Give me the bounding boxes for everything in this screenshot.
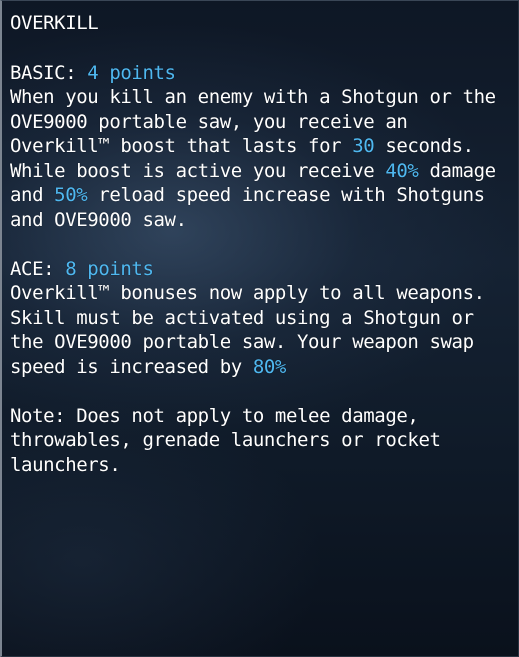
skill-tooltip-panel: OVERKILL BASIC: 4 points When you kill a…: [0, 0, 519, 657]
skill-title: OVERKILL: [10, 12, 99, 34]
boost-duration-value: 30: [352, 135, 375, 157]
basic-label: BASIC:: [10, 61, 77, 84]
ace-label: ACE:: [10, 257, 55, 280]
note-text: Note: Does not apply to melee damage, th…: [10, 404, 441, 476]
basic-heading: BASIC: 4 points: [10, 61, 508, 86]
swap-speed-value: 80%: [252, 355, 287, 378]
ace-cost: 8 points: [65, 257, 154, 280]
note-section: Note: Does not apply to melee damage, th…: [10, 404, 508, 478]
ace-desc-part-1: Overkill™ bonuses now apply to all weapo…: [10, 282, 485, 378]
basic-description: When you kill an enemy with a Shotgun or…: [10, 85, 508, 232]
reload-bonus-value: 50%: [54, 184, 88, 206]
ace-description: Overkill™ bonuses now apply to all weapo…: [10, 281, 508, 379]
ace-heading: ACE: 8 points: [10, 257, 508, 282]
damage-bonus-value: 40%: [385, 159, 419, 182]
ace-section: ACE: 8 points Overkill™ bonuses now appl…: [10, 257, 508, 380]
basic-cost: 4 points: [87, 61, 176, 84]
basic-section: BASIC: 4 points When you kill an enemy w…: [10, 61, 508, 233]
